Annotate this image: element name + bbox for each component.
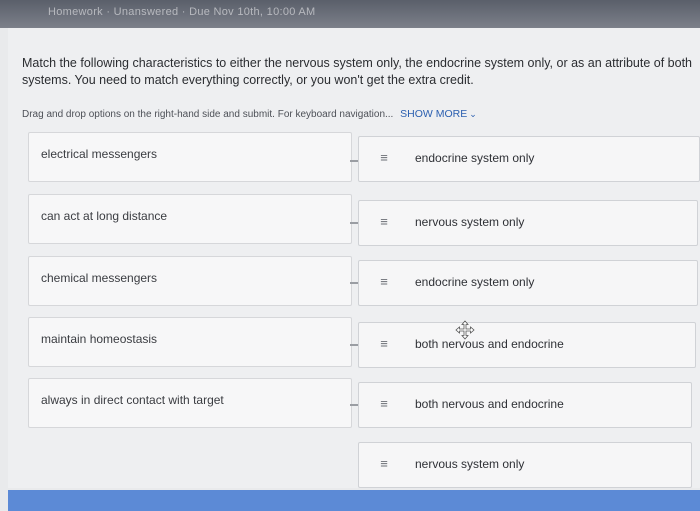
drag-handle-icon[interactable]: ≡ (377, 397, 391, 411)
bottom-bar (8, 490, 700, 511)
question-panel: Match the following characteristics to e… (8, 28, 700, 488)
match-connector (350, 222, 358, 224)
characteristic-card: electrical messengers (28, 132, 352, 182)
chevron-down-icon: ⌄ (469, 109, 477, 119)
instructions-label: Drag and drop options on the right-hand … (22, 109, 394, 120)
answer-label: nervous system only (415, 457, 525, 471)
answer-option[interactable]: ≡ both nervous and endocrine (358, 322, 696, 368)
show-more-link[interactable]: SHOW MORE ⌄ (400, 108, 477, 120)
match-connector (350, 404, 358, 406)
answer-label: endocrine system only (415, 275, 535, 289)
question-prompt: Match the following characteristics to e… (22, 56, 693, 87)
top-bar: Homework · Unanswered · Due Nov 10th, 10… (0, 0, 700, 28)
answer-option[interactable]: ≡ nervous system only (358, 200, 698, 246)
drag-handle-icon[interactable]: ≡ (377, 151, 391, 165)
answer-option[interactable]: ≡ both nervous and endocrine (358, 382, 692, 428)
characteristic-label: always in direct contact with target (41, 393, 224, 407)
drag-handle-icon[interactable]: ≡ (377, 337, 391, 351)
characteristic-label: electrical messengers (41, 147, 158, 161)
characteristic-card: chemical messengers (28, 256, 352, 306)
drag-handle-icon[interactable]: ≡ (377, 457, 391, 471)
match-connector (350, 282, 358, 284)
instructions-text: Drag and drop options on the right-hand … (22, 108, 692, 120)
breadcrumb: Homework · Unanswered · Due Nov 10th, 10… (48, 6, 316, 18)
move-cursor-icon (455, 320, 475, 340)
answer-option[interactable]: ≡ nervous system only (358, 442, 692, 488)
match-connector (350, 344, 358, 346)
characteristic-card: can act at long distance (28, 194, 352, 244)
answer-label: both nervous and endocrine (415, 397, 564, 411)
characteristic-label: maintain homeostasis (41, 332, 158, 346)
answer-label: endocrine system only (415, 151, 535, 165)
answer-option[interactable]: ≡ endocrine system only (358, 260, 698, 306)
characteristic-card: maintain homeostasis (28, 317, 352, 367)
match-connector (350, 160, 358, 162)
answer-label: nervous system only (415, 215, 525, 229)
drag-handle-icon[interactable]: ≡ (377, 215, 391, 229)
characteristic-label: can act at long distance (41, 209, 168, 223)
show-more-label: SHOW MORE (400, 108, 468, 120)
answer-label: both nervous and endocrine (415, 337, 564, 351)
answer-option[interactable]: ≡ endocrine system only (358, 136, 700, 182)
drag-handle-icon[interactable]: ≡ (377, 275, 391, 289)
characteristic-label: chemical messengers (41, 271, 158, 285)
characteristic-card: always in direct contact with target (28, 378, 352, 428)
